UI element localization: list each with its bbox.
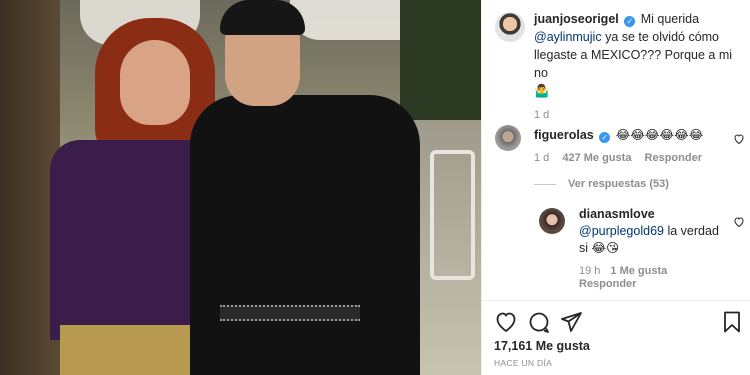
reply-age: 19 h bbox=[579, 265, 601, 277]
reply-like-heart-icon[interactable] bbox=[733, 216, 745, 228]
post-actions bbox=[494, 310, 742, 334]
post-photo[interactable] bbox=[0, 0, 481, 375]
comment-meta: 1 d 427 Me gusta Responder bbox=[534, 152, 712, 164]
view-replies-label: Ver respuestas (53) bbox=[568, 178, 669, 190]
commenter-avatar[interactable] bbox=[539, 208, 565, 234]
reply-likes[interactable]: 1 Me gusta bbox=[610, 265, 667, 277]
commenter-avatar[interactable] bbox=[495, 125, 521, 151]
view-replies-link[interactable]: Ver respuestas (53) bbox=[534, 178, 669, 190]
reply-button[interactable]: Responder bbox=[645, 152, 702, 164]
post-time-ago: HACE UN DÍA bbox=[494, 358, 553, 368]
caption-emoji: 🤷‍♂️ bbox=[534, 84, 550, 98]
comment-age: 1 d bbox=[534, 152, 550, 164]
heart-icon[interactable] bbox=[494, 310, 518, 334]
author-username[interactable]: juanjoseorigel bbox=[534, 12, 619, 26]
paper-plane-icon[interactable] bbox=[559, 310, 583, 334]
caption-text-start: Mi querida bbox=[640, 12, 700, 26]
likes-count[interactable]: 17,161 Me gusta bbox=[494, 339, 590, 353]
caption-age: 1 d bbox=[534, 109, 550, 121]
reply-mention[interactable]: @purplegold69 bbox=[579, 224, 664, 238]
verified-badge-icon: ✓ bbox=[624, 16, 636, 27]
bookmark-icon[interactable] bbox=[720, 310, 744, 334]
comment-like-heart-icon[interactable] bbox=[733, 133, 745, 145]
photo-man-body bbox=[190, 95, 420, 375]
photo-man-hair bbox=[220, 0, 305, 35]
comment-body: figuerolas ✓ 😂😂😂😂😂😂 bbox=[534, 127, 703, 143]
reply-button[interactable]: Responder bbox=[579, 278, 636, 290]
actions-divider bbox=[481, 300, 750, 301]
photo-tree bbox=[400, 0, 481, 120]
photo-chair bbox=[430, 150, 475, 280]
replies-divider bbox=[534, 183, 556, 185]
comment-likes[interactable]: 427 Me gusta bbox=[562, 152, 631, 164]
photo-woman-skirt bbox=[60, 325, 195, 375]
post-caption: juanjoseorigel ✓ Mi querida @aylinmujic … bbox=[534, 10, 734, 124]
reply-username[interactable]: dianasmlove bbox=[579, 207, 655, 221]
verified-badge-icon: ✓ bbox=[599, 132, 611, 143]
photo-belt bbox=[220, 305, 360, 321]
caption-mention[interactable]: @aylinmujic bbox=[534, 30, 602, 44]
comment-username[interactable]: figuerolas bbox=[534, 128, 594, 142]
comment-icon[interactable] bbox=[527, 310, 551, 334]
reply-body: dianasmlove @purplegold69 la verdad si 😂… bbox=[579, 206, 719, 257]
author-avatar[interactable] bbox=[495, 12, 525, 42]
photo-woman-face bbox=[120, 40, 190, 125]
reply-meta: 19 h 1 Me gusta Responder bbox=[579, 265, 719, 291]
comment-text: 😂😂😂😂😂😂 bbox=[615, 128, 704, 142]
